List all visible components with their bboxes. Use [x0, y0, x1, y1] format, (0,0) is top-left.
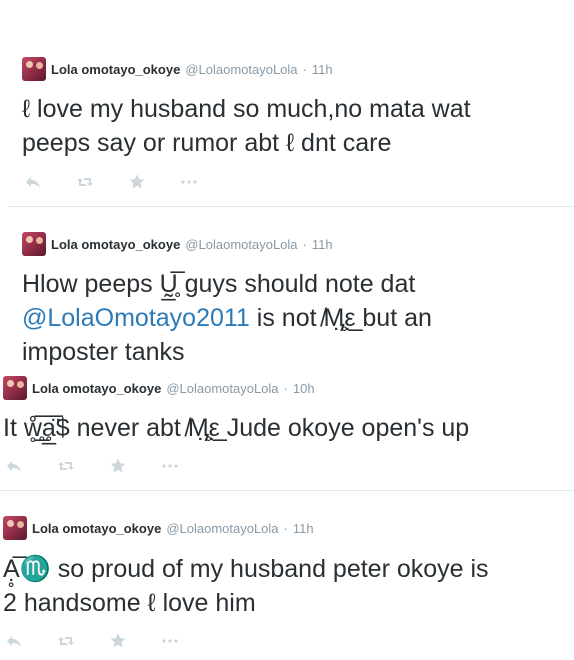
user-handle[interactable]: @LolaomotayoLola	[185, 237, 297, 252]
tweet-text: ℓ love my husband so much,no mata wat pe…	[22, 92, 471, 160]
reply-icon[interactable]	[5, 632, 23, 650]
separator-dot: ·	[302, 236, 307, 252]
more-icon[interactable]	[180, 173, 198, 191]
reply-icon[interactable]	[5, 457, 23, 475]
user-name[interactable]: Lola omotayo_okoye	[51, 62, 180, 77]
separator-dot: ·	[302, 61, 307, 77]
reply-icon[interactable]	[24, 173, 42, 191]
tweet-actions	[5, 457, 213, 475]
user-handle[interactable]: @LolaomotayoLola	[185, 62, 297, 77]
tweet-header: Lola omotayo_okoye @LolaomotayoLola · 11…	[22, 232, 333, 256]
retweet-icon[interactable]	[57, 632, 75, 650]
user-name[interactable]: Lola omotayo_okoye	[32, 381, 161, 396]
separator-dot: ·	[283, 520, 288, 536]
timestamp[interactable]: 11h	[312, 62, 333, 77]
tweet-text-segment: Ạ̥̅♏ so proud of my husband peter okoye …	[3, 555, 489, 583]
tweet-text: Ạ̥̅♏ so proud of my husband peter okoye …	[3, 552, 489, 620]
retweet-icon[interactable]	[57, 457, 75, 475]
timestamp[interactable]: 11h	[312, 237, 333, 252]
favorite-icon[interactable]	[109, 632, 127, 650]
separator-dot: ·	[283, 380, 288, 396]
timestamp[interactable]: 11h	[293, 521, 314, 536]
tweet-text-line: 2 handsome ℓ love him	[3, 589, 256, 617]
tweet-header: Lola omotayo_okoye @LolaomotayoLola · 11…	[22, 57, 333, 81]
favorite-icon[interactable]	[128, 173, 146, 191]
retweet-icon[interactable]	[76, 173, 94, 191]
tweet-actions	[5, 632, 213, 650]
user-handle[interactable]: @LolaomotayoLola	[166, 381, 278, 396]
tweet-header: Lola omotayo_okoye @LolaomotayoLola · 11…	[3, 516, 314, 540]
tweet-text: It ẘ̥̥̲̅ḁ̲̈̅$ never abt ̸Ӎ̣̣̥ε̲̣̣̣ Jude …	[3, 411, 469, 445]
divider	[9, 206, 574, 207]
avatar[interactable]	[22, 57, 46, 81]
tweet-text-line: @LolaOmotayo2011 is not ̸Ӎ̣̣̥ε̲̣̣̣ but a…	[22, 301, 432, 335]
tweet-text-line: peeps say or rumor abt ℓ dnt care	[22, 129, 392, 157]
divider	[0, 490, 574, 491]
user-handle[interactable]: @LolaomotayoLola	[166, 521, 278, 536]
tweet-actions	[24, 173, 232, 191]
tweet-text-line: ℓ love my husband so much,no mata wat	[22, 95, 471, 123]
user-name[interactable]: Lola omotayo_okoye	[51, 237, 180, 252]
avatar[interactable]	[3, 516, 27, 540]
more-icon[interactable]	[161, 632, 179, 650]
timestamp[interactable]: 10h	[293, 381, 315, 396]
more-icon[interactable]	[161, 457, 179, 475]
tweet-text-line: It ẘ̥̥̲̅ḁ̲̈̅$ never abt ̸Ӎ̣̣̥ε̲̣̣̣ Jude …	[3, 414, 470, 442]
mention-link[interactable]: @LolaOmotayo2011	[22, 304, 250, 332]
tweet-text-line: imposter tanks	[22, 338, 185, 366]
avatar[interactable]	[3, 376, 27, 400]
tweet-text-line: Hlow peeps Ṵ̲̥̅ guys should note dat	[22, 270, 416, 298]
avatar[interactable]	[22, 232, 46, 256]
tweet-text: Hlow peeps Ṵ̲̥̅ guys should note dat @Lo…	[22, 267, 432, 369]
tweet-header: Lola omotayo_okoye @LolaomotayoLola · 10…	[3, 376, 315, 400]
user-name[interactable]: Lola omotayo_okoye	[32, 521, 161, 536]
tweet-text-segment: is not ̸Ӎ̣̣̥ε̲̣̣̣ but an	[249, 304, 432, 332]
tweet-text-line: Ạ̥̅♏ so proud of my husband peter okoye …	[3, 552, 489, 586]
favorite-icon[interactable]	[109, 457, 127, 475]
